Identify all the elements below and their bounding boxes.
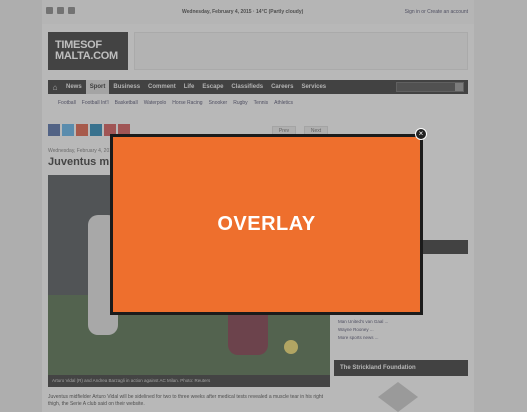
overlay-modal: OVERLAY	[110, 134, 423, 315]
close-icon[interactable]: ×	[415, 128, 427, 140]
overlay-panel[interactable]: OVERLAY	[113, 137, 420, 312]
page: Wednesday, February 4, 2015 · 14°C (Part…	[0, 0, 527, 412]
overlay-label: OVERLAY	[217, 213, 316, 235]
